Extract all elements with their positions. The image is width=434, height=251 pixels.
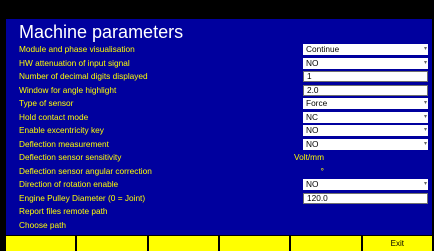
softkey-4[interactable] [219, 236, 292, 251]
row-label: Engine Pulley Diameter (0 = Joint) [19, 192, 146, 203]
row-decimal-digits: Number of decimal digits displayed 1 [6, 70, 432, 83]
row-report-path: Report files remote path [6, 205, 432, 218]
row-unit: Volt/mm [294, 152, 324, 162]
dropdown-arrow-icon: ▾ [423, 100, 427, 106]
hw-attenuation-select[interactable]: NO ▾ [303, 57, 428, 69]
dropdown-arrow-icon: ▾ [423, 140, 427, 147]
deflection-measurement-select[interactable]: NO ▾ [303, 138, 428, 150]
row-deflection-measurement: Deflection measurement NO ▾ [6, 138, 432, 151]
row-label: HW attenuation of input signal [19, 57, 130, 68]
row-hold-contact: Hold contact mode NC ▾ [6, 111, 432, 124]
rotation-direction-select[interactable]: NO ▾ [303, 179, 428, 190]
row-pulley-diameter: Engine Pulley Diameter (0 = Joint) mm 12… [6, 192, 432, 205]
row-label: Deflection measurement [19, 138, 109, 149]
row-label: Enable excentricity key [19, 125, 104, 135]
row-sensor-type: Type of sensor Force ▾ [6, 97, 432, 110]
dropdown-arrow-icon: ▾ [423, 113, 427, 120]
softkey-5[interactable] [291, 236, 363, 251]
row-label: Deflection sensor angular correction [19, 165, 152, 176]
row-hw-attenuation: HW attenuation of input signal NO ▾ [6, 57, 432, 70]
row-label: Type of sensor [19, 98, 74, 108]
row-label: Number of decimal digits displayed [19, 71, 148, 81]
module-phase-select[interactable]: Continue ▾ [303, 44, 428, 55]
softkey-2[interactable] [77, 236, 149, 251]
row-module-phase-visualisation: Module and phase visualisation Continue ▾ [6, 43, 432, 56]
softkey-3[interactable] [148, 236, 220, 251]
row-label: Report files remote path [19, 206, 108, 216]
dropdown-arrow-icon: ▾ [423, 127, 427, 133]
exit-button[interactable]: Exit [362, 236, 432, 251]
row-choose-path[interactable]: Choose path [6, 219, 432, 232]
dropdown-arrow-icon: ▾ [423, 59, 427, 66]
softkey-bar: Exit [6, 236, 432, 251]
row-excentricity-key: Enable excentricity key NO ▾ [6, 124, 432, 137]
excentricity-key-select[interactable]: NO ▾ [303, 125, 428, 136]
row-label: Direction of rotation enable [19, 179, 119, 189]
angle-window-input[interactable]: 2.0 [303, 84, 428, 96]
dropdown-arrow-icon: ▾ [423, 46, 427, 52]
row-label: Hold contact mode [19, 111, 89, 122]
row-label: Module and phase visualisation [19, 44, 135, 54]
decimal-digits-input[interactable]: 1 [303, 71, 428, 82]
choose-path-link[interactable]: Choose path [19, 219, 66, 232]
row-angle-window: Window for angle highlight ° 2.0 [6, 84, 432, 97]
pulley-diameter-input[interactable]: 120.0 [303, 192, 428, 204]
parameters-panel: Machine parameters Module and phase visu… [6, 19, 432, 235]
row-rotation-direction: Direction of rotation enable NO ▾ [6, 178, 432, 191]
dropdown-arrow-icon: ▾ [423, 181, 427, 187]
row-deflection-sensitivity: Deflection sensor sensitivity Volt/mm [6, 151, 432, 164]
row-label: Window for angle highlight [19, 84, 117, 95]
page-title: Machine parameters [19, 22, 184, 42]
row-deflection-angular-correction: Deflection sensor angular correction ° [6, 165, 432, 178]
sensor-type-select[interactable]: Force ▾ [303, 98, 428, 109]
row-unit: ° [320, 165, 324, 176]
row-label: Deflection sensor sensitivity [19, 152, 122, 162]
hold-contact-select[interactable]: NC ▾ [303, 111, 428, 123]
softkey-1[interactable] [6, 236, 78, 251]
